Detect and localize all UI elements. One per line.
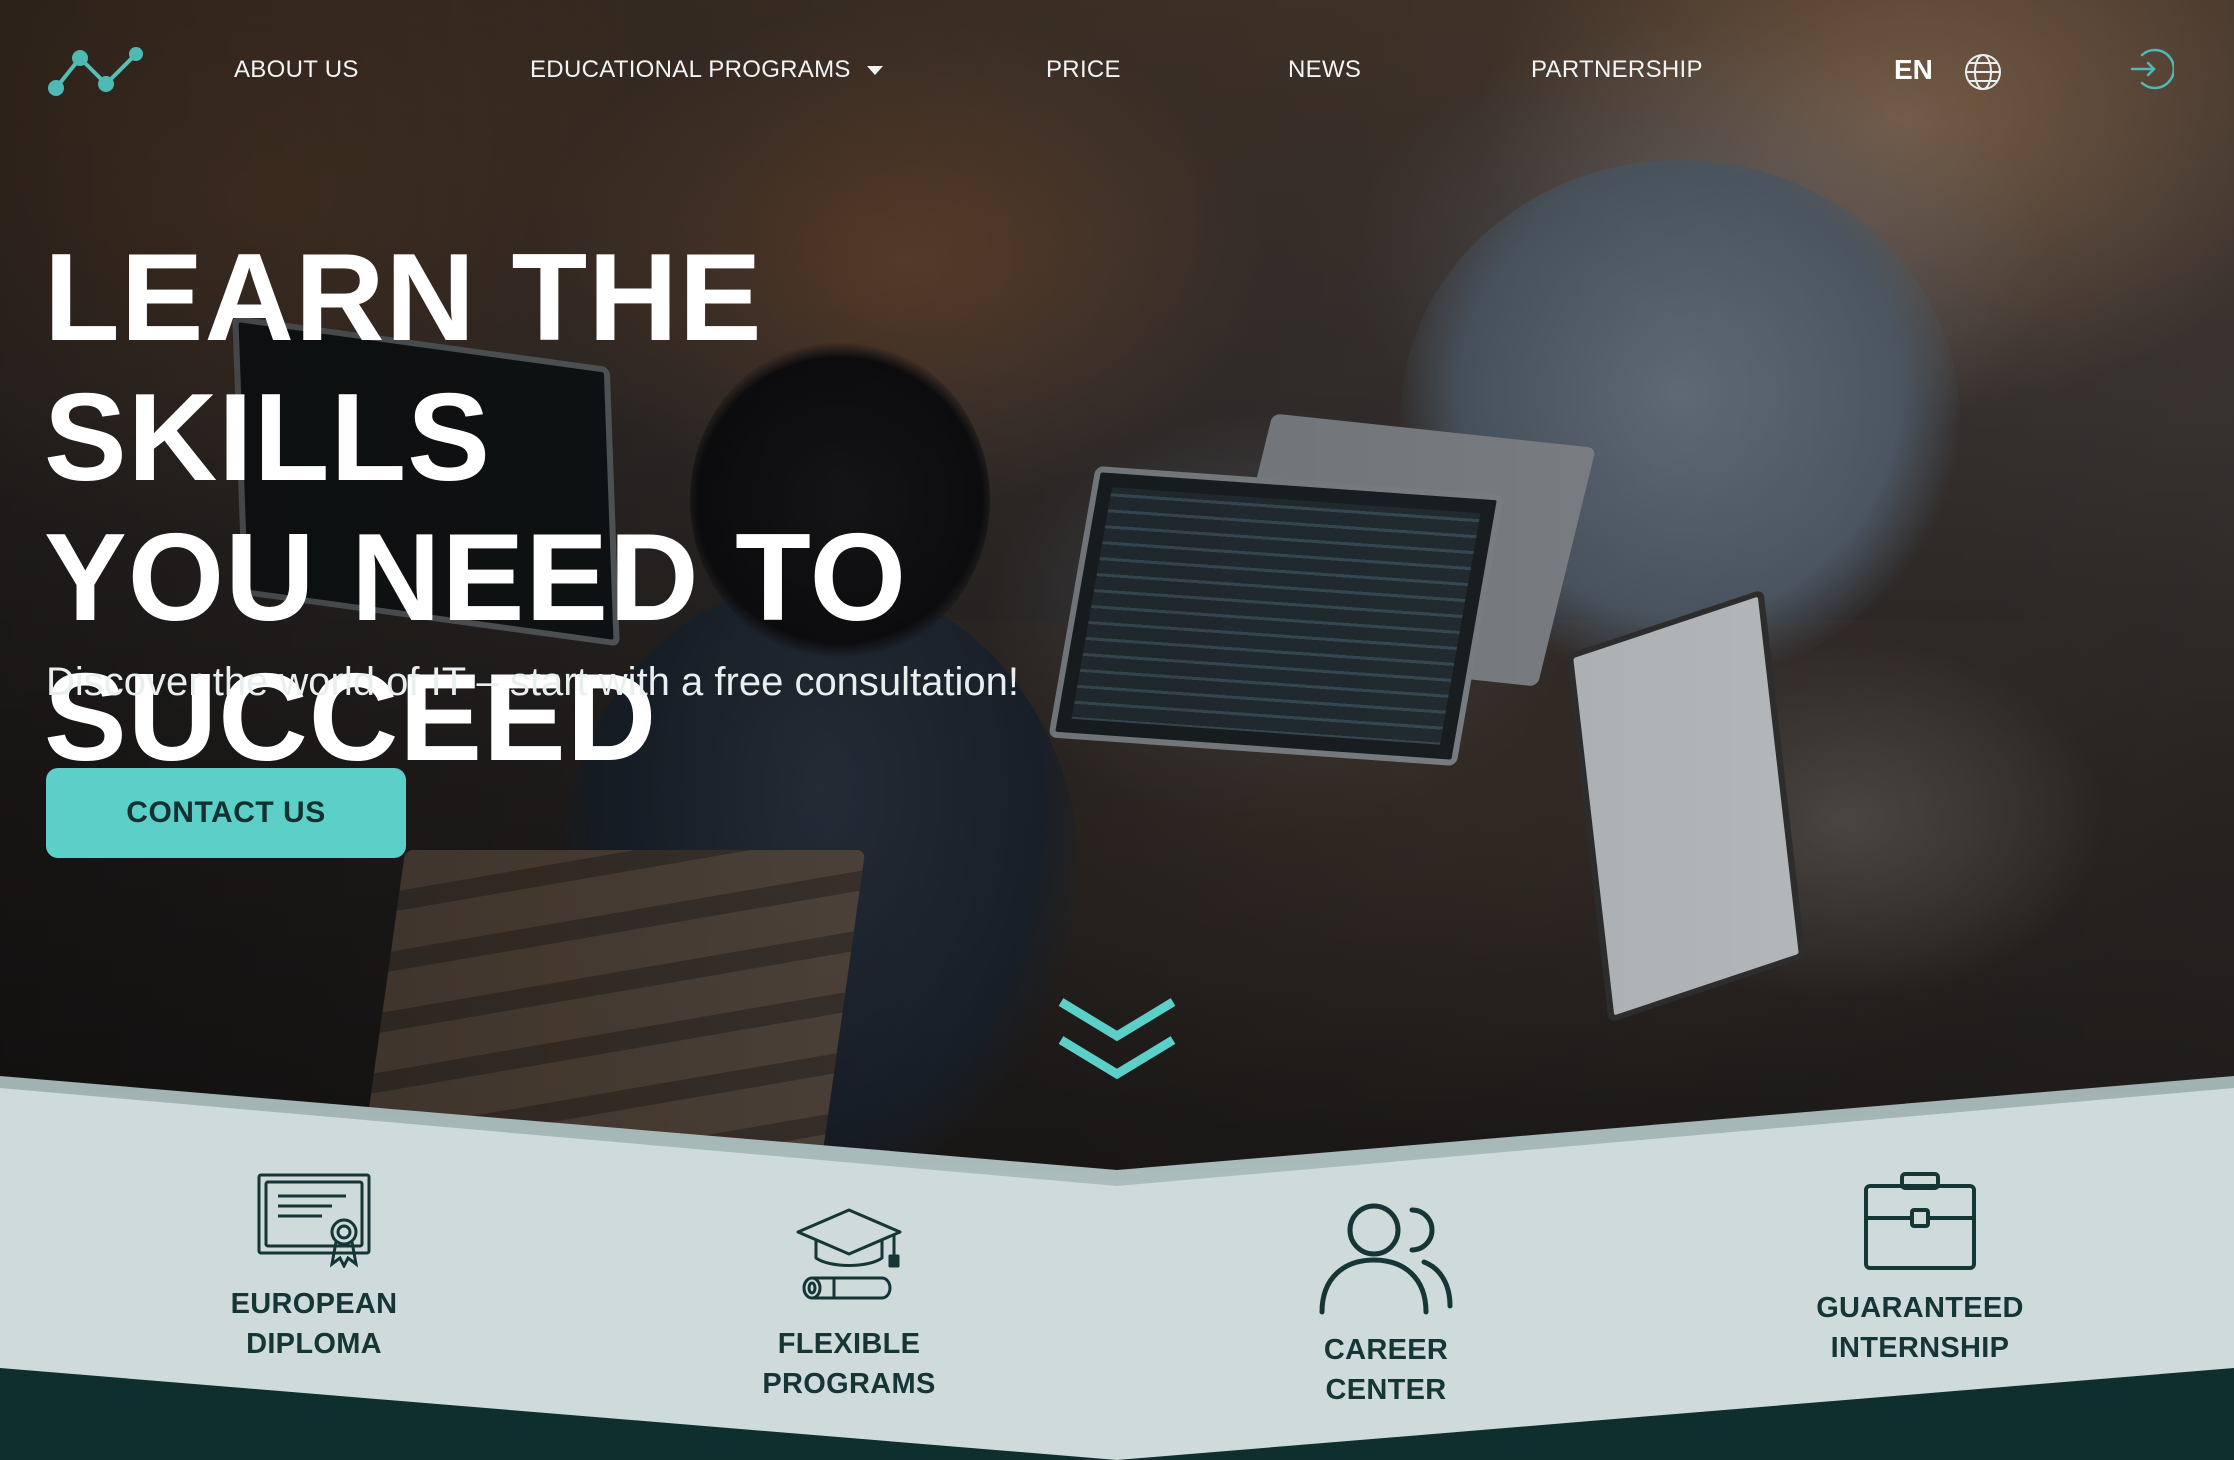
- feature-label-line: CENTER: [1325, 1374, 1447, 1406]
- nav-educational-programs[interactable]: EDUCATIONAL PROGRAMS: [530, 56, 883, 84]
- briefcase-icon: [1864, 1172, 1976, 1270]
- logo-icon[interactable]: [44, 42, 148, 102]
- nav-label: PARTNERSHIP: [1531, 56, 1703, 83]
- nav-label: NEWS: [1288, 56, 1362, 83]
- feature-guaranteed-internship: GUARANTEED INTERNSHIP: [1800, 1170, 2040, 1368]
- people-icon: [1319, 1203, 1453, 1315]
- hero-title-line: YOU NEED TO: [44, 509, 908, 647]
- nav-label: ABOUT US: [234, 56, 359, 83]
- feature-career-center: CAREER CENTER: [1286, 1200, 1486, 1410]
- feature-label-line: CAREER: [1323, 1334, 1449, 1366]
- feature-european-diploma: EUROPEAN DIPLOMA: [214, 1172, 414, 1364]
- graduation-cap-icon: [796, 1208, 902, 1300]
- feature-label-line: GUARANTEED: [1816, 1292, 2024, 1324]
- scroll-down-icon[interactable]: [1057, 996, 1177, 1086]
- hero-subtitle: Discover the world of IT – start with a …: [46, 660, 1020, 704]
- contact-us-button[interactable]: CONTACT US: [46, 768, 406, 858]
- nav-label: PRICE: [1046, 56, 1121, 83]
- feature-label-line: DIPLOMA: [246, 1328, 382, 1360]
- diploma-icon: [257, 1173, 371, 1268]
- feature-label-line: INTERNSHIP: [1830, 1332, 2010, 1364]
- login-icon[interactable]: [2128, 46, 2174, 92]
- language-selector[interactable]: EN: [1894, 54, 1933, 86]
- top-navigation: ABOUT US EDUCATIONAL PROGRAMS PRICE NEWS…: [0, 0, 2234, 140]
- feature-label-line: PROGRAMS: [762, 1368, 936, 1400]
- nav-partnership[interactable]: PARTNERSHIP: [1531, 56, 1703, 84]
- nav-about-us[interactable]: ABOUT US: [234, 56, 359, 84]
- feature-label-line: FLEXIBLE: [777, 1328, 921, 1360]
- feature-label-line: EUROPEAN: [230, 1288, 398, 1320]
- feature-flexible-programs: FLEXIBLE PROGRAMS: [734, 1206, 964, 1404]
- nav-news[interactable]: NEWS: [1288, 56, 1361, 84]
- nav-label: EDUCATIONAL PROGRAMS: [530, 56, 851, 83]
- globe-icon[interactable]: [1963, 52, 2003, 92]
- chevron-down-icon: [866, 66, 883, 76]
- hero-title-line: LEARN THE SKILLS: [44, 229, 763, 507]
- nav-price[interactable]: PRICE: [1046, 56, 1121, 84]
